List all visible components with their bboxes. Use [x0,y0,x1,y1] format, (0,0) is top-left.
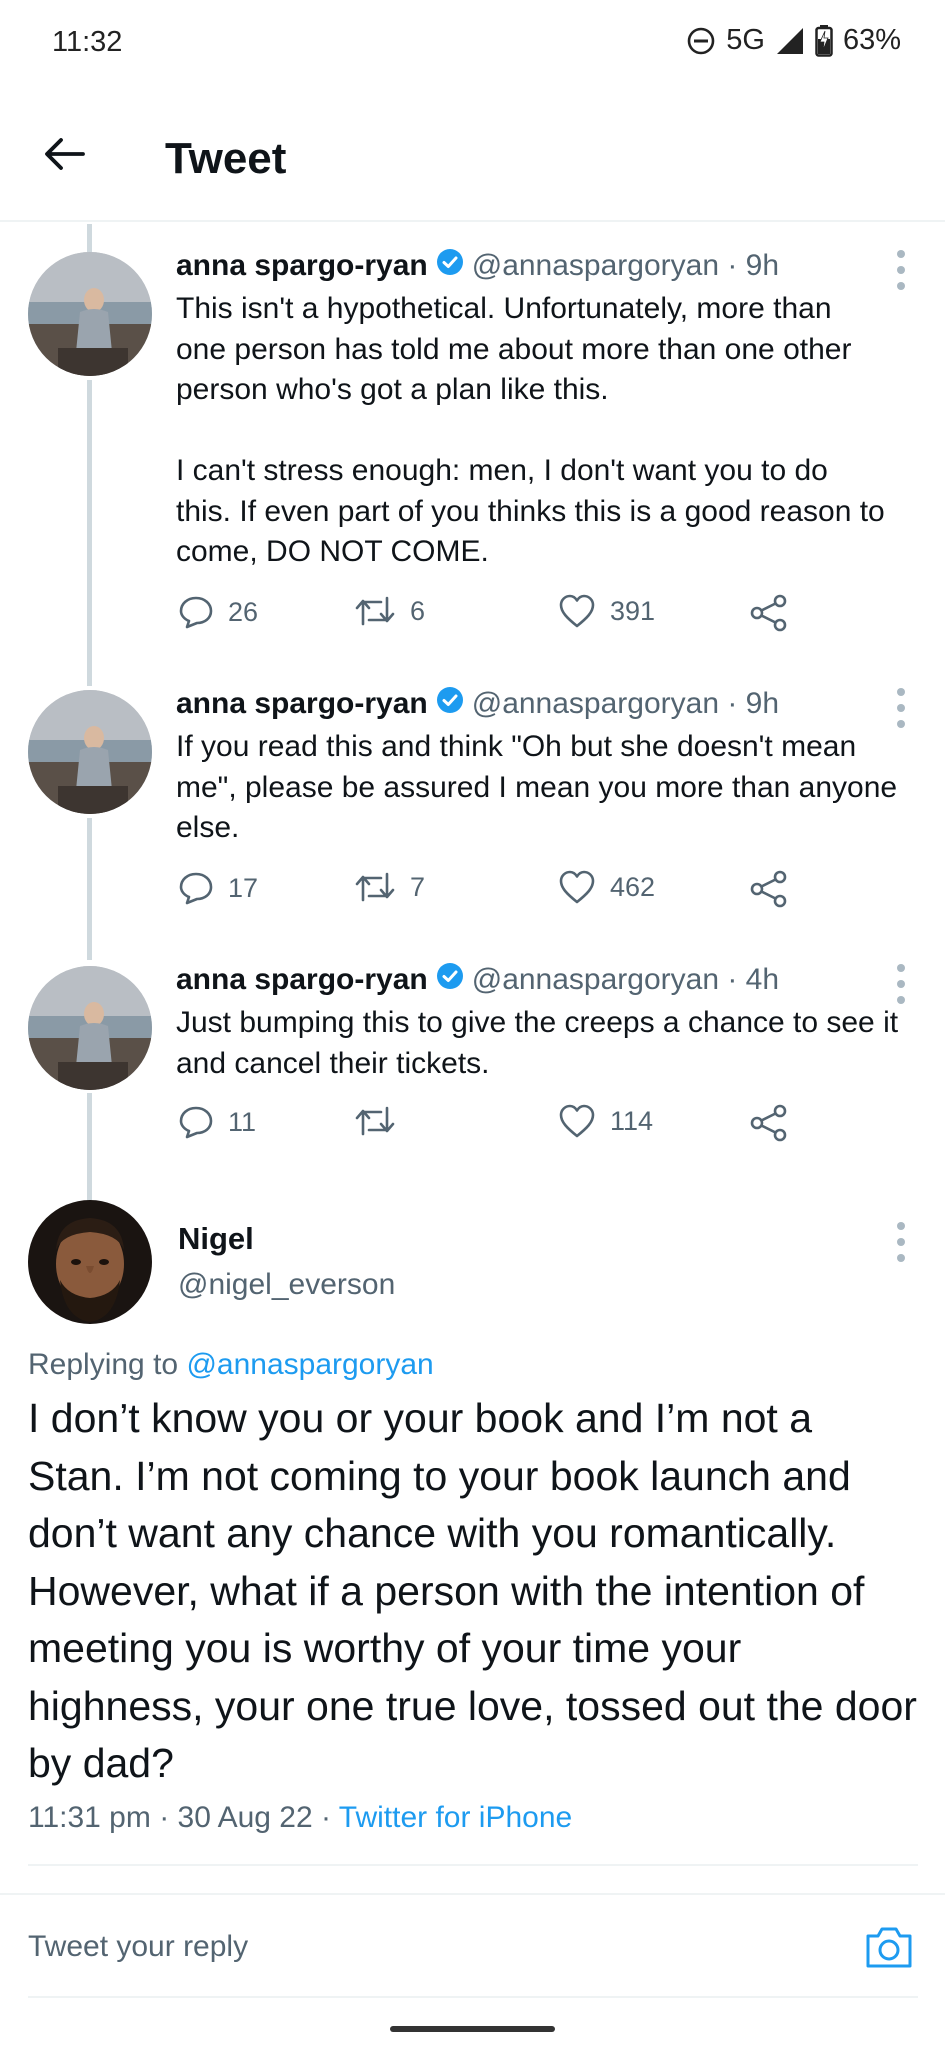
tweet-text: I don’t know you or your book and I’m no… [28,1395,917,1786]
verified-badge-icon [436,962,464,998]
status-bar: 11:32 5G 63% [0,0,945,88]
reply-button[interactable]: 26 [178,594,258,630]
retweet-button[interactable]: 7 [354,870,425,904]
share-button[interactable] [750,870,788,908]
tweet-actions: 26 6 391 [176,594,796,638]
share-icon [750,870,787,908]
reply-input[interactable] [28,1930,808,1964]
reply-count: 17 [228,872,259,903]
author-handle[interactable]: @nigel_everson [178,1268,395,1302]
tweet-header: anna spargo-ryan @annaspargoryan · 4h [176,962,779,998]
page-title: Tweet [165,134,287,183]
do-not-disturb-icon [686,26,716,56]
verified-badge-icon [436,248,464,284]
heart-icon [559,594,595,628]
battery-percent: 63% [842,24,901,56]
camera-button[interactable] [864,1924,914,1970]
divider [28,1996,918,1998]
author-handle[interactable]: @annaspargoryan · 4h [472,963,779,997]
reply-icon [179,872,213,905]
author-handle[interactable]: @annaspargoryan · 9h [472,687,779,721]
replying-to-link[interactable]: @annaspargoryan [186,1348,433,1381]
camera-icon [866,1927,912,1968]
avatar[interactable] [28,966,152,1090]
reply-count: 26 [228,596,259,627]
author-handle[interactable]: @annaspargoryan · 9h [472,249,779,283]
retweet-icon [355,872,395,902]
like-button[interactable]: 391 [558,594,655,628]
like-count: 391 [610,595,656,626]
tweet-source-link[interactable]: Twitter for iPhone [339,1801,572,1834]
reply-icon [179,596,213,629]
more-options-icon[interactable] [893,688,909,728]
reply-icon [179,1106,213,1139]
heart-icon [559,870,595,904]
tweet-text: Just bumping this to give the creeps a c… [176,1006,899,1080]
share-button[interactable] [750,1104,788,1142]
status-time: 11:32 [52,26,123,58]
reply-button[interactable]: 11 [178,1104,256,1140]
thread-line [87,1093,92,1201]
like-button[interactable]: 114 [558,1104,653,1138]
reply-count: 11 [228,1106,257,1137]
thread-line [87,224,92,252]
retweet-icon [355,596,395,626]
reply-bar [0,1896,945,1996]
author-name[interactable]: anna spargo-ryan [176,963,428,997]
more-options-icon[interactable] [893,250,909,290]
share-icon [750,1104,787,1142]
like-count: 114 [610,1105,654,1136]
like-count: 462 [610,871,656,902]
share-icon [750,594,787,632]
tweet-text: If you read this and think "Oh but she d… [176,730,898,844]
network-label: 5G [726,24,765,56]
more-options-icon[interactable] [893,1222,909,1262]
verified-badge-icon [436,686,464,722]
more-options-icon[interactable] [893,964,909,1004]
avatar[interactable] [28,1200,152,1324]
avatar[interactable] [28,690,152,814]
author-name[interactable]: anna spargo-ryan [176,687,428,721]
share-button[interactable] [750,594,788,632]
thread-line [87,818,92,960]
signal-icon [775,26,805,56]
tweet-actions: 11 114 [176,1104,796,1148]
retweet-icon [355,1106,395,1136]
retweet-count: 7 [410,871,426,902]
app-header: Tweet [0,88,945,222]
replying-prefix: Replying to [28,1348,179,1381]
tweet-header: anna spargo-ryan @annaspargoryan · 9h [176,686,779,722]
home-indicator[interactable] [390,2026,555,2032]
divider [28,1864,918,1866]
divider [0,1893,945,1895]
author-name[interactable]: anna spargo-ryan [176,249,428,283]
tweet-header: anna spargo-ryan @annaspargoryan · 9h [176,248,779,284]
tweet-text: This isn't a hypothetical. Unfortunately… [176,292,885,568]
author-name[interactable]: Nigel [178,1221,254,1257]
retweet-count: 6 [410,595,426,626]
like-button[interactable]: 462 [558,870,655,904]
heart-icon [559,1104,595,1138]
back-button[interactable] [36,128,92,184]
status-indicators: 5G 63% [686,24,901,57]
thread-line [87,380,92,686]
tweet-timestamp: 11:31 pm · 30 Aug 22 · [28,1801,339,1834]
avatar[interactable] [28,252,152,376]
retweet-button[interactable] [354,1104,410,1138]
retweet-button[interactable]: 6 [354,594,425,628]
battery-icon [815,24,833,57]
tweet-meta: 11:31 pm · 30 Aug 22 · Twitter for iPhon… [28,1801,572,1835]
reply-button[interactable]: 17 [178,870,258,906]
arrow-left-icon [43,136,85,177]
replying-to: Replying to @annaspargoryan [28,1348,434,1382]
tweet-actions: 17 7 462 [176,870,796,914]
